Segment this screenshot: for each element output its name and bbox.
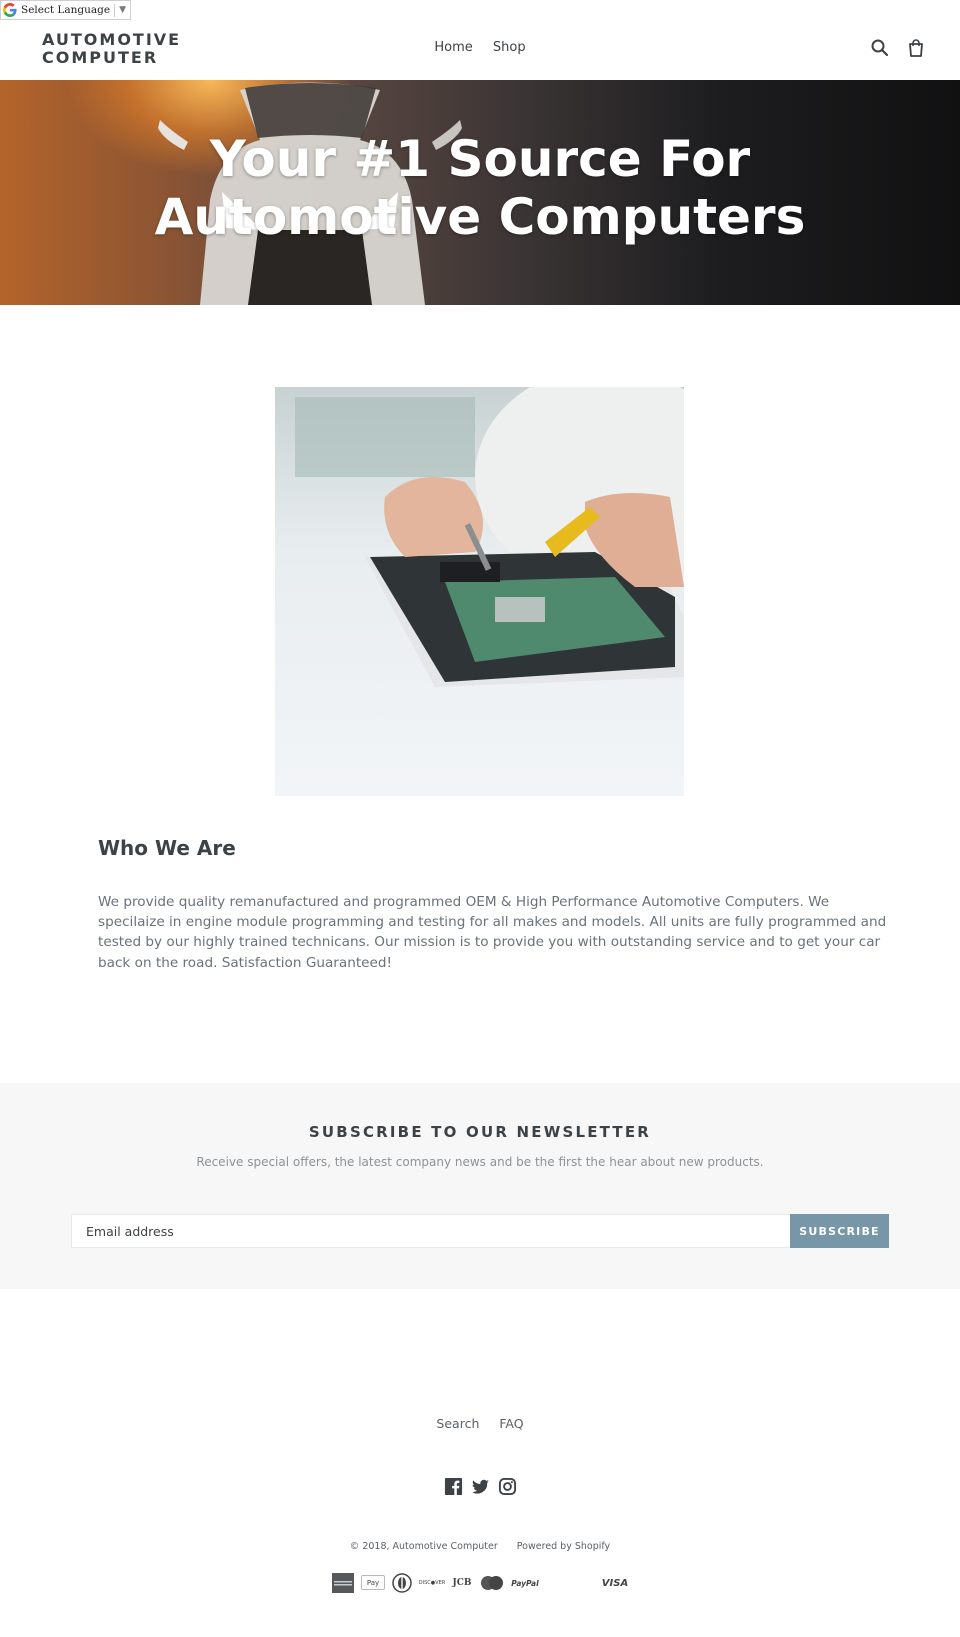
google-icon: [3, 3, 17, 17]
nav-home[interactable]: Home: [434, 40, 472, 55]
nav-shop[interactable]: Shop: [493, 40, 526, 55]
powered-by-link[interactable]: Powered by Shopify: [517, 1541, 610, 1552]
cart-icon[interactable]: [906, 38, 926, 58]
twitter-icon[interactable]: [471, 1477, 490, 1496]
payment-icons: Pay DISC●VER JCB PayPal VISA: [332, 1572, 632, 1594]
hero-title: Your #1 Source For Automotive Computers: [0, 130, 960, 246]
hero-title-line-1: Your #1 Source For: [209, 130, 751, 188]
visa-icon: VISA: [601, 1577, 629, 1589]
about-heading: Who We Are: [98, 836, 236, 860]
paypal-icon: PayPal: [511, 1578, 539, 1588]
email-input[interactable]: [71, 1214, 790, 1248]
discover-icon: DISC●VER: [418, 1580, 446, 1586]
about-text: We provide quality remanufactured and pr…: [98, 894, 887, 971]
dropdown-arrow-icon: ▼: [119, 5, 127, 15]
hero-title-line-2: Automotive Computers: [154, 188, 806, 246]
search-icon[interactable]: [870, 38, 890, 58]
footer-links: Search FAQ: [0, 1416, 960, 1431]
newsletter-title: SUBSCRIBE TO OUR NEWSLETTER: [308, 1123, 652, 1141]
hero-banner: Your #1 Source For Automotive Computers: [0, 80, 960, 305]
social-links: [0, 1477, 960, 1496]
site-header: AUTOMOTIVE COMPUTER Home Shop: [0, 20, 960, 80]
divider: [114, 3, 116, 17]
newsletter-section: SUBSCRIBE TO OUR NEWSLETTER Receive spec…: [0, 1083, 960, 1289]
jcb-icon: JCB: [452, 1578, 472, 1588]
subscribe-button[interactable]: SUBSCRIBE: [790, 1214, 889, 1248]
amex-icon: [332, 1572, 354, 1594]
newsletter-subtitle: Receive special offers, the latest compa…: [196, 1155, 764, 1169]
diners-club-icon: [392, 1572, 412, 1594]
language-select-label: Select Language: [21, 4, 111, 16]
feature-image: [275, 387, 684, 796]
technician-image: [275, 387, 684, 796]
instagram-icon[interactable]: [498, 1477, 517, 1496]
facebook-icon[interactable]: [444, 1477, 463, 1496]
apple-pay-icon: Pay: [361, 1575, 385, 1590]
footer-link-faq[interactable]: FAQ: [499, 1416, 523, 1431]
mastercard-icon: [480, 1572, 504, 1594]
footer-link-search[interactable]: Search: [436, 1416, 479, 1431]
newsletter-form: SUBSCRIBE: [71, 1214, 889, 1248]
main-nav: Home Shop: [0, 40, 960, 55]
copyright: © 2018, Automotive Computer Powered by S…: [0, 1541, 960, 1552]
copyright-text: © 2018, Automotive Computer: [349, 1541, 498, 1552]
language-select[interactable]: Select Language ▼: [0, 0, 132, 20]
apple-pay-label: Pay: [366, 1578, 380, 1587]
